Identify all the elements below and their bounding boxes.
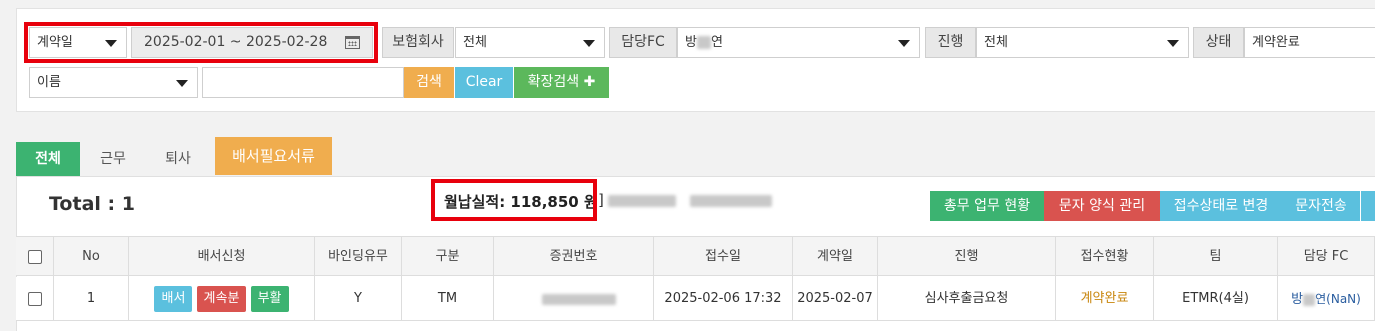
total-count: Total : 1 [49, 193, 135, 215]
col-policy-no[interactable]: 증권번호 [494, 237, 654, 277]
tab-all[interactable]: 전체 [16, 142, 80, 176]
insurer-select[interactable]: 전체 [455, 27, 605, 58]
required-docs-button[interactable]: 배서필요서류 [215, 137, 332, 175]
col-received-date[interactable]: 접수일 [654, 237, 793, 277]
fc-name-left: 방 [1291, 292, 1304, 307]
col-progress[interactable]: 진행 [878, 237, 1056, 277]
progress-select[interactable]: 전체 [976, 27, 1189, 58]
status-value: 계약완료 [1252, 35, 1300, 50]
col-receipt-status[interactable]: 접수현황 [1056, 237, 1154, 277]
fc-name-redacted [1303, 293, 1316, 306]
tab-retired[interactable]: 퇴사 [146, 142, 210, 176]
highlight-monthly [431, 179, 597, 221]
col-type[interactable]: 구분 [402, 237, 494, 277]
fc-name-right: 연(NaN) [1315, 292, 1361, 306]
chevron-down-icon [583, 40, 595, 47]
plus-icon: ✚ [583, 74, 596, 90]
cell-received-date: 2025-02-06 17:32 [654, 277, 793, 321]
cell-contract-date: 2025-02-07 [793, 277, 878, 321]
bracket-text: ] [598, 191, 604, 209]
chevron-down-icon [176, 80, 188, 87]
col-fc[interactable]: 담당 FC [1278, 237, 1375, 277]
cell-progress: 심사후출금요청 [878, 277, 1056, 321]
cell-binding: Y [315, 277, 402, 321]
expand-search-label: 확장검색 [527, 74, 580, 90]
cell-endorse: 배서 계속분 부활 [129, 277, 315, 321]
select-all-cell [16, 237, 54, 277]
search-input[interactable] [202, 67, 404, 98]
row-checkbox[interactable] [27, 291, 42, 306]
fc-label: 담당FC [609, 27, 677, 58]
chevron-down-icon [1167, 40, 1179, 47]
send-sms-button[interactable]: 문자전송 [1282, 191, 1360, 221]
revive-button[interactable]: 부활 [250, 285, 289, 312]
cell-receipt-status: 계약완료 [1056, 277, 1154, 321]
table-header: No 배서신청 바인딩유무 구분 증권번호 접수일 계약일 진행 접수현황 팀 … [16, 236, 1375, 277]
redacted-info [690, 195, 772, 207]
cell-type: TM [402, 277, 494, 321]
progress-value: 전체 [984, 35, 1008, 50]
more-button[interactable] [1361, 191, 1375, 221]
col-contract-date[interactable]: 계약일 [793, 237, 878, 277]
change-to-received-button[interactable]: 접수상태로 변경 [1160, 191, 1282, 221]
tab-working[interactable]: 근무 [80, 142, 146, 176]
fc-value-left: 방 [685, 35, 697, 50]
select-all-checkbox[interactable] [27, 249, 42, 264]
search-button[interactable]: 검색 [404, 67, 454, 98]
cell-no: 1 [54, 277, 129, 321]
cell-team: ETMR(4실) [1154, 277, 1278, 321]
chevron-down-icon [898, 40, 910, 47]
col-binding[interactable]: 바인딩유무 [315, 237, 402, 277]
col-team[interactable]: 팀 [1154, 237, 1278, 277]
fc-redacted [696, 36, 711, 49]
redacted-policy-no [542, 294, 616, 305]
cell-policy-no[interactable] [494, 277, 654, 321]
endorse-button[interactable]: 배서 [154, 285, 193, 312]
cell-fc[interactable]: 방 연(NaN) [1278, 277, 1375, 321]
clear-button[interactable]: Clear [455, 67, 513, 98]
continue-button[interactable]: 계속분 [196, 285, 247, 312]
table-row[interactable]: 1 배서 계속분 부활 Y TM 2025-02-06 17:32 2025-0… [16, 277, 1375, 321]
status-select[interactable]: 계약완료 [1244, 27, 1375, 58]
name-field-select[interactable]: 이름 [29, 67, 198, 98]
progress-label: 진행 [925, 27, 976, 58]
redacted-info [608, 195, 676, 207]
fc-select[interactable]: 방연 [677, 27, 920, 58]
expand-search-button[interactable]: 확장검색 ✚ [514, 67, 609, 98]
fc-value-right: 연 [710, 35, 723, 50]
row-select-cell [16, 277, 54, 321]
insurer-value: 전체 [463, 35, 487, 50]
insurer-label: 보험회사 [382, 27, 454, 58]
col-endorse[interactable]: 배서신청 [129, 237, 315, 277]
status-label: 상태 [1193, 27, 1244, 58]
admin-status-button[interactable]: 총무 업무 현황 [930, 191, 1044, 221]
name-field-value: 이름 [37, 75, 61, 90]
col-no[interactable]: No [54, 237, 129, 277]
sms-template-button[interactable]: 문자 양식 관리 [1044, 191, 1160, 221]
highlight-date-filter [24, 22, 378, 63]
